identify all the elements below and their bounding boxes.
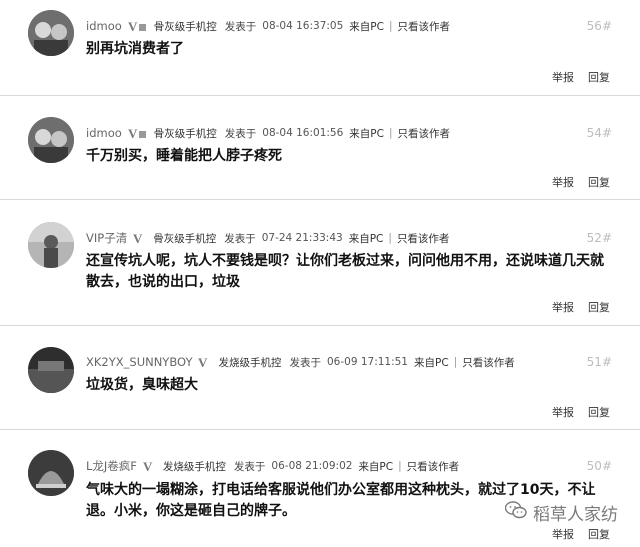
- verified-icon: V: [143, 460, 157, 472]
- username-link[interactable]: VIP子清: [86, 230, 127, 246]
- avatar-image: [28, 10, 74, 56]
- post-timestamp: 06-09 17:11:51: [326, 356, 408, 368]
- post-52: VIP子清 V 骨灰级手机控 发表于 07-24 21:33:43 来自PC |…: [0, 200, 640, 326]
- verified-icon: V: [128, 20, 148, 32]
- username-link[interactable]: idmoo: [86, 126, 122, 140]
- meta-separator: |: [388, 20, 393, 32]
- floor-number: 50#: [586, 459, 612, 473]
- reply-button[interactable]: 回复: [588, 174, 610, 190]
- posted-label: 发表于: [224, 20, 257, 33]
- post-meta: VIP子清 V 骨灰级手机控 发表于 07-24 21:33:43 来自PC |…: [86, 229, 449, 247]
- user-level: 发烧级手机控: [218, 356, 282, 369]
- watermark-text: 稻草人家纺: [533, 505, 618, 525]
- post-actions: 举报 回复: [552, 526, 610, 542]
- posted-label: 发表于: [224, 232, 256, 245]
- posted-label: 发表于: [224, 127, 257, 140]
- avatar[interactable]: [28, 117, 74, 163]
- svg-text:V: V: [198, 356, 208, 368]
- post-56: idmoo V 骨灰级手机控 发表于 08-04 16:37:05 来自PC |…: [0, 0, 640, 96]
- post-content: 别再坑消费者了: [86, 41, 184, 57]
- avatar-image: [28, 222, 74, 268]
- post-50: L龙J卷疯F V 发烧级手机控 发表于 06-08 21:09:02 来自PC …: [0, 430, 640, 547]
- username-link[interactable]: XK2YX_SUNNYBOY: [86, 355, 192, 369]
- avatar[interactable]: [28, 10, 74, 56]
- report-button[interactable]: 举报: [552, 299, 574, 315]
- avatar-image: [28, 347, 74, 393]
- post-source: 来自PC: [349, 127, 384, 140]
- only-author-link[interactable]: 只看该作者: [398, 19, 451, 34]
- meta-separator: |: [388, 127, 393, 139]
- post-54: idmoo V 骨灰级手机控 发表于 08-04 16:01:56 来自PC |…: [0, 96, 640, 200]
- post-actions: 举报 回复: [552, 69, 610, 85]
- username-link[interactable]: idmoo: [86, 19, 122, 33]
- avatar[interactable]: [28, 347, 74, 393]
- post-meta: idmoo V 骨灰级手机控 发表于 08-04 16:01:56 来自PC |…: [86, 124, 450, 142]
- svg-text:V: V: [128, 127, 138, 139]
- avatar-image: [28, 117, 74, 163]
- reply-button[interactable]: 回复: [588, 526, 610, 542]
- verified-icon: V: [128, 127, 148, 139]
- post-actions: 举报 回复: [552, 299, 610, 315]
- post-content-line: 还宣传坑人呢，坑人不要钱是呗？让你们老板过来，问问他用不用，还说味道几天就: [86, 253, 604, 269]
- post-source: 来自PC: [349, 20, 384, 33]
- only-author-link[interactable]: 只看该作者: [397, 231, 450, 246]
- user-level: 骨灰级手机控: [153, 20, 217, 33]
- post-content-line: 气味大的一塌糊涂，打电话给客服说他们办公室都用这种枕头，就过了10天，不让: [86, 482, 596, 498]
- posted-label: 发表于: [289, 356, 321, 369]
- meta-separator: |: [398, 460, 402, 472]
- avatar-image: [28, 450, 74, 496]
- post-meta: idmoo V 骨灰级手机控 发表于 08-04 16:37:05 来自PC |…: [86, 17, 450, 35]
- post-timestamp: 08-04 16:01:56: [262, 127, 344, 139]
- post-timestamp: 07-24 21:33:43: [261, 232, 343, 244]
- report-button[interactable]: 举报: [552, 174, 574, 190]
- post-timestamp: 08-04 16:37:05: [262, 20, 344, 32]
- avatar[interactable]: [28, 222, 74, 268]
- post-content: 还宣传坑人呢，坑人不要钱是呗？让你们老板过来，问问他用不用，还说味道几天就 散去…: [86, 251, 626, 293]
- user-level: 骨灰级手机控: [153, 127, 217, 140]
- floor-number: 54#: [586, 126, 612, 140]
- only-author-link[interactable]: 只看该作者: [462, 355, 515, 370]
- svg-text:V: V: [128, 20, 138, 32]
- watermark: 稻草人家纺: [504, 500, 618, 525]
- reply-button[interactable]: 回复: [588, 299, 610, 315]
- post-content-line: 散去，也说的出口，垃圾: [86, 274, 240, 290]
- floor-number: 52#: [586, 231, 612, 245]
- only-author-link[interactable]: 只看该作者: [407, 459, 460, 474]
- verified-icon: V: [198, 356, 212, 368]
- post-actions: 举报 回复: [552, 404, 610, 420]
- post-51: XK2YX_SUNNYBOY V 发烧级手机控 发表于 06-09 17:11:…: [0, 326, 640, 430]
- floor-number: 51#: [586, 355, 612, 369]
- reply-button[interactable]: 回复: [588, 404, 610, 420]
- post-content: 千万别买，睡着能把人脖子疼死: [86, 148, 282, 164]
- post-source: 来自PC: [414, 356, 449, 369]
- reply-button[interactable]: 回复: [588, 69, 610, 85]
- post-meta: L龙J卷疯F V 发烧级手机控 发表于 06-08 21:09:02 来自PC …: [86, 457, 459, 475]
- user-level: 发烧级手机控: [162, 460, 226, 473]
- post-source: 来自PC: [348, 232, 384, 245]
- post-source: 来自PC: [358, 460, 394, 473]
- report-button[interactable]: 举报: [552, 526, 574, 542]
- posted-label: 发表于: [233, 460, 266, 473]
- meta-separator: |: [388, 232, 392, 244]
- only-author-link[interactable]: 只看该作者: [398, 126, 451, 141]
- verified-icon: V: [133, 232, 147, 244]
- svg-text:V: V: [133, 232, 143, 244]
- avatar[interactable]: [28, 450, 74, 496]
- svg-text:V: V: [143, 460, 153, 472]
- wechat-icon: [504, 501, 527, 524]
- floor-number: 56#: [586, 19, 612, 33]
- report-button[interactable]: 举报: [552, 69, 574, 85]
- user-level: 骨灰级手机控: [153, 232, 217, 245]
- post-timestamp: 06-08 21:09:02: [271, 460, 353, 472]
- post-content: 垃圾货，臭味超大: [86, 377, 198, 393]
- username-link[interactable]: L龙J卷疯F: [86, 458, 137, 474]
- report-button[interactable]: 举报: [552, 404, 574, 420]
- post-meta: XK2YX_SUNNYBOY V 发烧级手机控 发表于 06-09 17:11:…: [86, 353, 515, 371]
- meta-separator: |: [453, 356, 458, 368]
- post-actions: 举报 回复: [552, 174, 610, 190]
